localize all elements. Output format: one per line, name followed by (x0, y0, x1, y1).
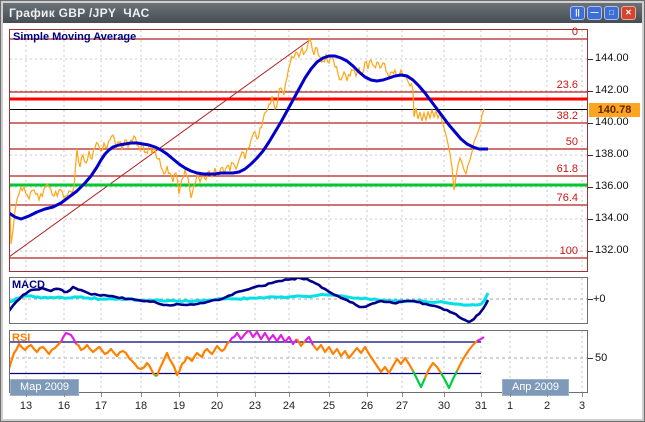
price-axis-label: 132.00 (595, 244, 629, 256)
day-label-26: 26 (355, 400, 379, 412)
axis-tick (588, 123, 593, 124)
rsi-mid-label: 50 (595, 352, 607, 364)
window-buttons: || — □ ✕ (570, 6, 636, 20)
day-tick (444, 393, 445, 397)
day-tick (179, 393, 180, 397)
day-tick (329, 393, 330, 397)
macd-canvas[interactable] (10, 278, 587, 323)
price-axis-label: 136.00 (595, 180, 629, 192)
rsi-indicator-label: RSI (12, 332, 30, 344)
day-label-13: 13 (14, 400, 38, 412)
pause-button[interactable]: || (570, 6, 585, 20)
month-label-mar: Мар 2009 (10, 379, 79, 396)
rsi-line-segment (76, 344, 155, 375)
axis-tick (588, 187, 593, 188)
month-label-apr: Апр 2009 (502, 379, 569, 396)
day-label-19: 19 (167, 400, 191, 412)
rsi-line-segment (457, 341, 477, 371)
fib-label-0: 0 (572, 26, 578, 38)
day-label-20: 20 (205, 400, 229, 412)
axis-tick (588, 358, 593, 359)
day-label-2: 2 (535, 400, 559, 412)
titlebar[interactable]: График GBP /JPY ЧАС || — □ ✕ (3, 3, 642, 23)
day-label-25: 25 (317, 400, 341, 412)
main-chart-canvas[interactable] (10, 30, 587, 271)
price-axis-label: 144.00 (595, 52, 629, 64)
sma-indicator-label: Simple Moving Average (13, 31, 136, 43)
current-price-tag: 140.78 (589, 103, 640, 117)
day-label-17: 17 (89, 400, 113, 412)
rsi-line-segment (10, 342, 61, 369)
rsi-line-segment (313, 345, 413, 373)
day-tick (481, 393, 482, 397)
day-tick (101, 393, 102, 397)
day-tick (582, 393, 583, 397)
price-axis-label: 142.00 (595, 84, 629, 96)
day-label-31: 31 (469, 400, 493, 412)
fib-label-23.6: 23.6 (557, 79, 578, 91)
axis-tick (588, 91, 593, 92)
day-tick (217, 393, 218, 397)
fib-label-61.8: 61.8 (557, 163, 578, 175)
fib-label-50: 50 (566, 136, 578, 148)
day-label-27: 27 (390, 400, 414, 412)
day-label-16: 16 (52, 400, 76, 412)
rsi-line-segment (305, 337, 313, 345)
day-tick (141, 393, 142, 397)
macd-signal-line (10, 293, 488, 305)
sma-series (10, 56, 488, 219)
rsi-line-segment (157, 342, 230, 376)
macd-indicator-label: MACD (12, 279, 45, 291)
day-label-3: 3 (570, 400, 594, 412)
day-label-18: 18 (129, 400, 153, 412)
macd-zero-label: +0 (593, 293, 606, 305)
axis-tick (588, 219, 593, 220)
axis-tick (588, 59, 593, 60)
day-label-1: 1 (498, 400, 522, 412)
fib-label-76.4: 76.4 (557, 192, 578, 204)
day-tick (547, 393, 548, 397)
restore-button[interactable]: □ (604, 6, 619, 20)
rsi-line-segment (425, 363, 441, 378)
day-label-23: 23 (243, 400, 267, 412)
price-axis-label: 134.00 (595, 212, 629, 224)
day-tick (255, 393, 256, 397)
rsi-canvas[interactable] (10, 331, 587, 392)
day-tick (64, 393, 65, 397)
day-tick (289, 393, 290, 397)
axis-tick (588, 299, 593, 300)
price-series (10, 39, 484, 244)
minimize-button[interactable]: — (587, 6, 602, 20)
fib-label-38.2: 38.2 (557, 110, 578, 122)
axis-tick (588, 251, 593, 252)
day-tick (510, 393, 511, 397)
window-title: График GBP /JPY ЧАС (9, 6, 150, 20)
day-tick (367, 393, 368, 397)
day-label-30: 30 (432, 400, 456, 412)
fib-label-100: 100 (560, 245, 578, 257)
chart-window: График GBP /JPY ЧАС || — □ ✕ Simple Movi… (0, 0, 645, 422)
price-axis-label: 140.00 (595, 116, 629, 128)
axis-tick (588, 155, 593, 156)
day-tick (26, 393, 27, 397)
day-tick (402, 393, 403, 397)
day-label-24: 24 (277, 400, 301, 412)
close-button[interactable]: ✕ (621, 6, 636, 20)
price-axis-label: 138.00 (595, 148, 629, 160)
